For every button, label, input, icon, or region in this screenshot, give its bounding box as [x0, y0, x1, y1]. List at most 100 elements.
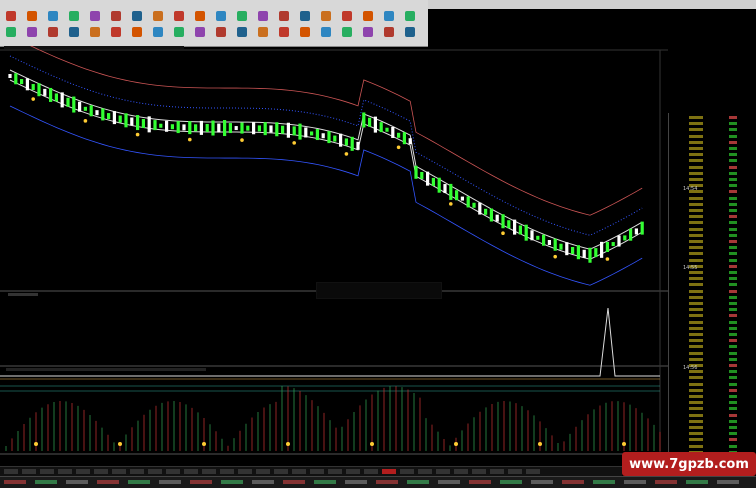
period-tab[interactable]	[526, 469, 540, 474]
period-tab[interactable]	[76, 469, 90, 474]
quote-volume	[729, 407, 737, 411]
quote-row	[677, 134, 755, 140]
status-indicator	[624, 480, 646, 484]
toolbar-button-icon[interactable]	[405, 27, 415, 37]
candle	[95, 110, 99, 116]
period-tab[interactable]	[58, 469, 72, 474]
candle	[78, 101, 82, 112]
period-tab[interactable]	[256, 469, 270, 474]
toolbar-button-icon[interactable]	[342, 27, 352, 37]
toolbar-button-icon[interactable]	[300, 27, 310, 37]
period-tab[interactable]	[310, 469, 324, 474]
period-tab[interactable]	[130, 469, 144, 474]
period-tab[interactable]	[454, 469, 468, 474]
toolbar-button-icon[interactable]	[342, 11, 352, 21]
toolbar-button-icon[interactable]	[132, 11, 142, 21]
toolbar-button-icon[interactable]	[111, 11, 121, 21]
period-tab[interactable]	[22, 469, 36, 474]
signal-dot	[553, 254, 557, 259]
toolbar-button-icon[interactable]	[195, 11, 205, 21]
toolbar-button-icon[interactable]	[258, 27, 268, 37]
period-tab[interactable]	[328, 469, 342, 474]
toolbar-button-icon[interactable]	[237, 27, 247, 37]
toolbar-button-icon[interactable]	[321, 11, 331, 21]
candle	[582, 249, 586, 258]
toolbar-button-icon[interactable]	[321, 27, 331, 37]
quote-volume	[729, 333, 737, 336]
toolbar-button-icon[interactable]	[216, 27, 226, 37]
period-tab[interactable]	[472, 469, 486, 474]
quote-price	[689, 209, 703, 212]
status-indicator	[35, 480, 57, 484]
stock-chart[interactable]	[0, 46, 668, 466]
quote-volume	[729, 171, 737, 175]
oscillator-dot	[286, 442, 290, 446]
candle	[379, 122, 383, 133]
period-tab[interactable]	[274, 469, 288, 474]
period-tab[interactable]	[184, 469, 198, 474]
toolbar-button-icon[interactable]	[384, 27, 394, 37]
period-tab[interactable]	[382, 469, 396, 474]
candle	[25, 78, 29, 91]
toolbar-button-icon[interactable]	[90, 27, 100, 37]
period-tab[interactable]	[148, 469, 162, 474]
toolbar-button-icon[interactable]	[279, 27, 289, 37]
period-tab[interactable]	[40, 469, 54, 474]
candle	[542, 234, 546, 246]
toolbar-button-icon[interactable]	[132, 27, 142, 37]
period-tab[interactable]	[4, 469, 18, 474]
period-tab[interactable]	[202, 469, 216, 474]
period-tab[interactable]	[508, 469, 522, 474]
toolbar-button-icon[interactable]	[363, 27, 373, 37]
toolbar-button-icon[interactable]	[90, 11, 100, 21]
toolbar-button-icon[interactable]	[6, 27, 16, 37]
toolbar-button-icon[interactable]	[69, 27, 79, 37]
toolbar-button-icon[interactable]	[363, 11, 373, 21]
toolbar-button-icon[interactable]	[216, 11, 226, 21]
toolbar-button-icon[interactable]	[174, 27, 184, 37]
toolbar-button-icon[interactable]	[195, 27, 205, 37]
quote-price	[689, 128, 703, 132]
period-tab[interactable]	[94, 469, 108, 474]
quote-price	[689, 326, 703, 330]
toolbar-button-icon[interactable]	[258, 11, 268, 21]
quote-time-2: 14:55	[683, 265, 698, 271]
toolbar-button-icon[interactable]	[237, 11, 247, 21]
candle	[547, 240, 551, 246]
period-tab[interactable]	[112, 469, 126, 474]
period-tab[interactable]	[166, 469, 180, 474]
period-tab[interactable]	[490, 469, 504, 474]
quote-volume	[729, 370, 737, 374]
chart-area[interactable]	[0, 46, 668, 466]
toolbar-button-icon[interactable]	[384, 11, 394, 21]
period-tab[interactable]	[346, 469, 360, 474]
period-tab[interactable]	[400, 469, 414, 474]
toolbar-button-icon[interactable]	[69, 11, 79, 21]
candle	[489, 208, 493, 222]
toolbar-button-icon[interactable]	[6, 11, 16, 21]
toolbar-button-icon[interactable]	[405, 11, 415, 21]
toolbar-button-icon[interactable]	[153, 27, 163, 37]
period-tab[interactable]	[292, 469, 306, 474]
toolbar-button-icon[interactable]	[111, 27, 121, 37]
toolbar-button-icon[interactable]	[300, 11, 310, 21]
period-tab[interactable]	[220, 469, 234, 474]
quote-volume	[729, 320, 737, 324]
toolbar-button-icon[interactable]	[27, 11, 37, 21]
toolbar-button-icon[interactable]	[27, 27, 37, 37]
candle	[553, 238, 557, 251]
toolbar-button-icon[interactable]	[174, 11, 184, 21]
period-tab[interactable]	[364, 469, 378, 474]
candle	[205, 123, 209, 132]
period-tab[interactable]	[436, 469, 450, 474]
candle	[414, 165, 418, 179]
toolbar-button-icon[interactable]	[48, 27, 58, 37]
period-tab[interactable]	[238, 469, 252, 474]
toolbar-button-icon[interactable]	[279, 11, 289, 21]
toolbar-button-icon[interactable]	[153, 11, 163, 21]
period-tab[interactable]	[418, 469, 432, 474]
toolbar-button-icon[interactable]	[48, 11, 58, 21]
status-indicator	[190, 480, 212, 484]
candle	[559, 243, 563, 250]
quote-volume	[729, 302, 737, 305]
